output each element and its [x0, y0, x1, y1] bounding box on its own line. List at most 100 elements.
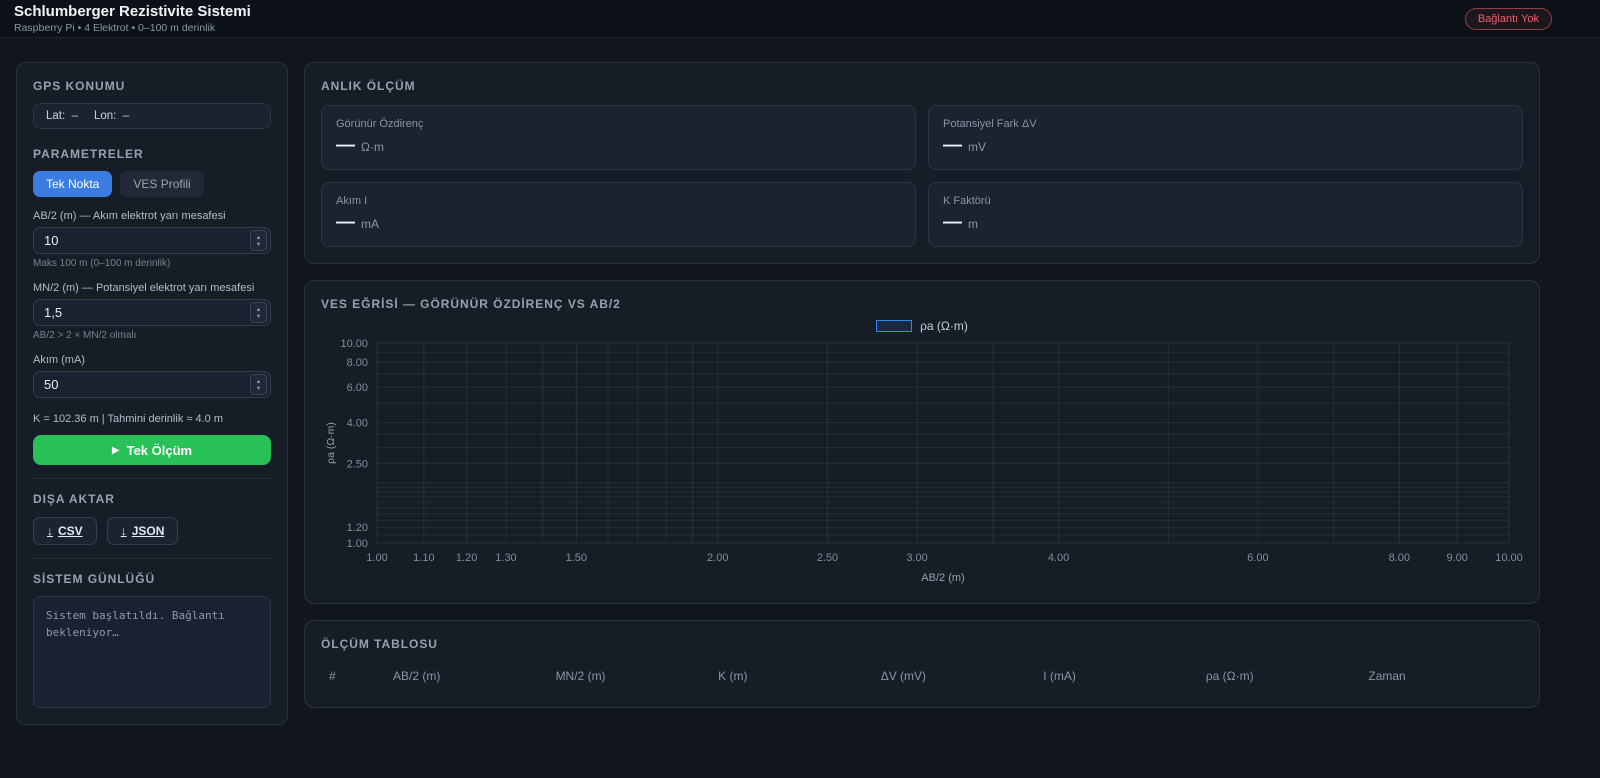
live-measurement-card: ANLIK ÖLÇÜM Görünür Özdirenç — Ω·m Potan…	[304, 62, 1540, 264]
content-column: ANLIK ÖLÇÜM Görünür Özdirenç — Ω·m Potan…	[304, 62, 1540, 725]
legend-swatch	[876, 320, 912, 332]
export-buttons: ↓ CSV ↓ JSON	[33, 517, 271, 545]
ab2-stepper[interactable]: ▴ ▾	[250, 230, 267, 251]
svg-text:9.00: 9.00	[1446, 552, 1467, 564]
svg-text:8.00: 8.00	[1389, 552, 1410, 564]
stat-label: Potansiyel Fark ΔV	[943, 118, 1508, 130]
chart-legend: ρa (Ω·m)	[321, 319, 1523, 333]
table-header-row: # AB/2 (m) MN/2 (m) K (m) ΔV (mV) I (mA)…	[321, 657, 1523, 691]
ab2-input[interactable]	[33, 227, 271, 254]
mn2-field: ▴ ▾	[33, 299, 271, 326]
svg-text:2.50: 2.50	[817, 552, 838, 564]
stat-value: —	[336, 135, 355, 157]
svg-text:3.00: 3.00	[906, 552, 927, 564]
system-log-output: Sistem başlatıldı. Bağlantı bekleniyor…	[33, 596, 271, 708]
app-header: Schlumberger Rezistivite Sistemi Raspber…	[0, 0, 1600, 38]
stat-label: Akım I	[336, 195, 901, 207]
current-input[interactable]	[33, 371, 271, 398]
gps-heading: GPS KONUMU	[33, 79, 271, 93]
download-icon: ↓	[47, 524, 53, 538]
ab2-label: AB/2 (m) — Akım elektrot yarı mesafesi	[33, 210, 271, 222]
svg-text:ρa (Ω·m): ρa (Ω·m)	[325, 422, 337, 464]
svg-text:6.00: 6.00	[1247, 552, 1268, 564]
stat-label: Görünür Özdirenç	[336, 118, 901, 130]
export-json-button[interactable]: ↓ JSON	[107, 517, 179, 545]
chevron-up-icon: ▴	[257, 378, 260, 385]
tab-ves-profile[interactable]: VES Profili	[120, 171, 203, 197]
mn2-helper: AB/2 > 2 × MN/2 olmalı	[33, 330, 271, 341]
col-dv: ΔV (mV)	[873, 657, 1036, 691]
mn2-stepper[interactable]: ▴ ▾	[250, 302, 267, 323]
measurement-table-card: ÖLÇÜM TABLOSU # AB/2 (m) MN/2 (m) K (m) …	[304, 620, 1540, 708]
svg-text:1.10: 1.10	[413, 552, 434, 564]
export-heading: DIŞA AKTAR	[33, 492, 271, 506]
page-subtitle: Raspberry Pi • 4 Elektrot • 0–100 m deri…	[14, 22, 251, 34]
connection-status-badge: Bağlantı Yok	[1465, 8, 1552, 30]
measurement-table-heading: ÖLÇÜM TABLOSU	[321, 637, 1523, 651]
stat-grid: Görünür Özdirenç — Ω·m Potansiyel Fark Δ…	[321, 105, 1523, 247]
svg-text:4.00: 4.00	[1048, 552, 1069, 564]
svg-text:6.00: 6.00	[347, 382, 368, 394]
page-title: Schlumberger Rezistivite Sistemi	[14, 3, 251, 21]
play-icon: ▶	[112, 445, 120, 456]
chevron-up-icon: ▴	[257, 306, 260, 313]
system-log-heading: SİSTEM GÜNLÜĞÜ	[33, 572, 271, 586]
stat-value: —	[943, 135, 962, 157]
stat-unit: Ω·m	[361, 140, 384, 154]
tab-single-point[interactable]: Tek Nokta	[33, 171, 112, 197]
svg-text:1.00: 1.00	[366, 552, 387, 564]
svg-text:10.00: 10.00	[1495, 552, 1523, 564]
col-k: K (m)	[710, 657, 873, 691]
mn2-label: MN/2 (m) — Potansiyel elektrot yarı mesa…	[33, 282, 271, 294]
svg-text:2.00: 2.00	[707, 552, 728, 564]
k-factor-info: K = 102.36 m | Tahmini derinlik ≈ 4.0 m	[33, 413, 271, 425]
col-ab2: AB/2 (m)	[385, 657, 548, 691]
stat-unit: m	[968, 217, 978, 231]
app-title-group: Schlumberger Rezistivite Sistemi Raspber…	[14, 3, 251, 34]
divider	[33, 478, 271, 479]
export-csv-button[interactable]: ↓ CSV	[33, 517, 97, 545]
svg-text:2.50: 2.50	[347, 458, 368, 470]
svg-text:4.00: 4.00	[347, 417, 368, 429]
svg-text:8.00: 8.00	[347, 357, 368, 369]
download-icon: ↓	[121, 524, 127, 538]
ab2-helper: Maks 100 m (0–100 m derinlik)	[33, 258, 271, 269]
measurement-table: # AB/2 (m) MN/2 (m) K (m) ΔV (mV) I (mA)…	[321, 657, 1523, 691]
stat-unit: mA	[361, 217, 379, 231]
csv-button-label: CSV	[58, 524, 83, 538]
ves-curve-card: VES EĞRİSİ — GÖRÜNÜR ÖZDİRENÇ VS AB/2 ρa…	[304, 280, 1540, 604]
ves-curve-heading: VES EĞRİSİ — GÖRÜNÜR ÖZDİRENÇ VS AB/2	[321, 297, 1523, 311]
main-layout: GPS KONUMU Lat: – Lon: – PARAMETRELER Te…	[0, 38, 1600, 741]
svg-text:10.00: 10.00	[340, 338, 368, 350]
chevron-down-icon: ▾	[257, 385, 260, 392]
gps-display: Lat: – Lon: –	[33, 103, 271, 129]
mode-toggle: Tek Nokta VES Profili	[33, 171, 271, 197]
svg-text:1.20: 1.20	[456, 552, 477, 564]
col-time: Zaman	[1360, 657, 1523, 691]
svg-text:1.30: 1.30	[495, 552, 516, 564]
svg-text:1.50: 1.50	[566, 552, 587, 564]
parameters-heading: PARAMETRELER	[33, 147, 271, 161]
measure-button-label: Tek Ölçüm	[127, 443, 193, 458]
svg-text:AB/2 (m): AB/2 (m)	[921, 572, 964, 584]
stat-value: —	[336, 212, 355, 234]
single-measure-button[interactable]: ▶ Tek Ölçüm	[33, 435, 271, 465]
sidebar-panel: GPS KONUMU Lat: – Lon: – PARAMETRELER Te…	[16, 62, 288, 725]
col-rho: ρa (Ω·m)	[1198, 657, 1361, 691]
ab2-field: ▴ ▾	[33, 227, 271, 254]
chevron-down-icon: ▾	[257, 313, 260, 320]
mn2-input[interactable]	[33, 299, 271, 326]
stat-apparent-resistivity: Görünür Özdirenç — Ω·m	[321, 105, 916, 170]
stat-current: Akım I — mA	[321, 182, 916, 247]
svg-text:1.20: 1.20	[347, 522, 368, 534]
divider	[33, 558, 271, 559]
current-stepper[interactable]: ▴ ▾	[250, 374, 267, 395]
current-label: Akım (mA)	[33, 354, 271, 366]
stat-value: —	[943, 212, 962, 234]
legend-label: ρa (Ω·m)	[920, 319, 968, 333]
chevron-up-icon: ▴	[257, 234, 260, 241]
live-measurement-heading: ANLIK ÖLÇÜM	[321, 79, 1523, 93]
col-mn2: MN/2 (m)	[548, 657, 711, 691]
stat-unit: mV	[968, 140, 986, 154]
stat-potential-difference: Potansiyel Fark ΔV — mV	[928, 105, 1523, 170]
